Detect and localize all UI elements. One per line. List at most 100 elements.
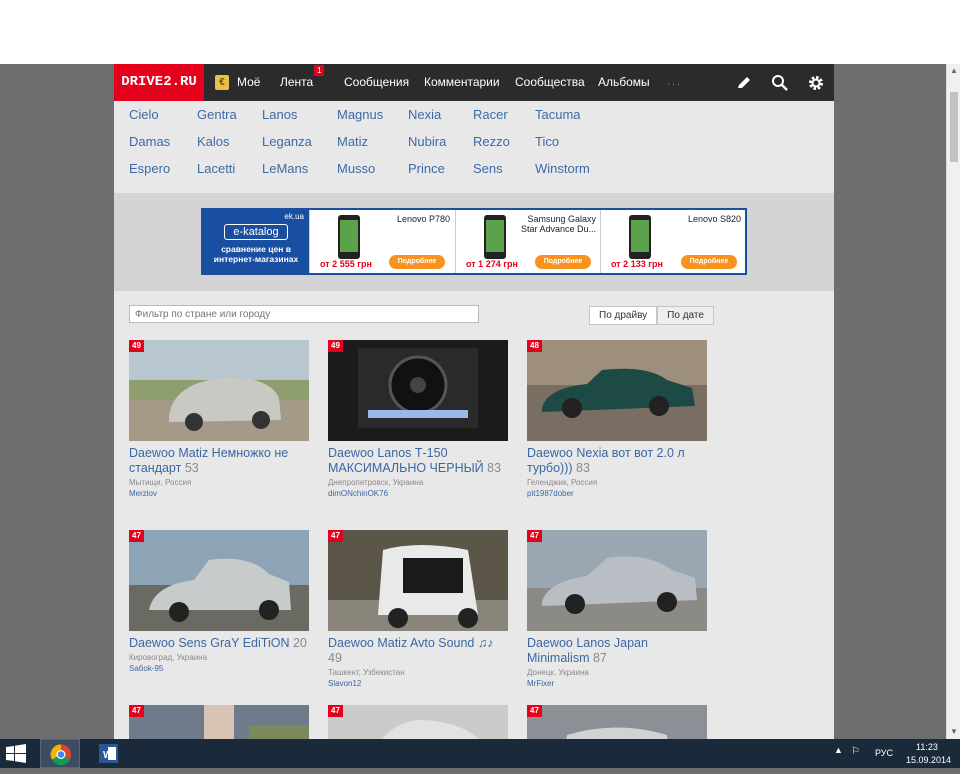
- model-link[interactable]: Prince: [408, 161, 445, 176]
- model-link[interactable]: Winstorm: [535, 161, 590, 176]
- model-link[interactable]: Nubira: [408, 134, 446, 149]
- model-link[interactable]: Gentra: [197, 107, 237, 122]
- tray-expand-icon[interactable]: ▲: [834, 745, 843, 755]
- car-photo[interactable]: 49: [129, 340, 309, 441]
- car-card[interactable]: 47 Daewoo Matiz Avto Sound ♫♪ 49 Ташкент…: [328, 530, 508, 689]
- nav-comments[interactable]: Комментарии: [424, 64, 500, 101]
- car-card[interactable]: 49 Daewoo Matiz Немножко не стандарт 53 …: [129, 340, 309, 499]
- car-photo[interactable]: 48: [527, 340, 707, 441]
- car-card[interactable]: 47 Daewoo Lanos Japan Minimalism 87 Доне…: [527, 530, 707, 689]
- chrome-taskbar-button[interactable]: [40, 739, 80, 768]
- drive-rating-badge: 47: [328, 530, 343, 542]
- car-title[interactable]: Daewoo Sens GraY EdiTiON: [129, 636, 290, 650]
- browser-top-area: [0, 0, 960, 64]
- language-indicator[interactable]: РУС: [875, 748, 893, 758]
- car-photo[interactable]: 47: [328, 530, 508, 631]
- car-title[interactable]: Daewoo Matiz Немножко не стандарт: [129, 446, 288, 475]
- car-card[interactable]: 48 Daewoo Nexia вот вот 2.0 л турбо))) 8…: [527, 340, 707, 499]
- car-card[interactable]: 49 Daewoo Lanos Т-150 МАКСИМАЛЬНО ЧЕРНЫЙ…: [328, 340, 508, 499]
- owner-link[interactable]: Saбok-95: [129, 663, 309, 674]
- car-photo[interactable]: 47: [129, 530, 309, 631]
- clock-time[interactable]: 11:23: [916, 742, 938, 752]
- search-icon[interactable]: [770, 73, 790, 93]
- scroll-up-arrow-icon[interactable]: ▲: [947, 64, 960, 78]
- model-link[interactable]: Leganza: [262, 134, 312, 149]
- chrome-icon: [50, 744, 71, 766]
- drive2-logo[interactable]: DRIVE2.RU: [114, 64, 204, 101]
- menu-icon: [205, 211, 211, 216]
- model-link[interactable]: Lanos: [262, 107, 297, 122]
- nav-moe[interactable]: Моё: [237, 64, 260, 101]
- ad-logo: e-katalog: [224, 224, 288, 240]
- model-link[interactable]: Tico: [535, 134, 559, 149]
- drive-rating-badge: 49: [129, 340, 144, 352]
- car-title[interactable]: Daewoo Lanos Japan Minimalism: [527, 636, 648, 665]
- moe-coin-icon[interactable]: €: [215, 75, 229, 90]
- car-card[interactable]: 47: [328, 705, 508, 739]
- owner-link[interactable]: Slavon12: [328, 678, 508, 689]
- network-icon[interactable]: ⚐: [851, 746, 860, 757]
- drive-rating-badge: 47: [328, 705, 343, 717]
- model-link[interactable]: Lacetti: [197, 161, 235, 176]
- ad-brand-panel[interactable]: ek.ua e-katalog сравнение цен в интернет…: [203, 210, 309, 273]
- word-icon: W: [99, 744, 118, 763]
- car-photo[interactable]: 47: [328, 705, 508, 739]
- model-link[interactable]: Tacuma: [535, 107, 581, 122]
- ekatalog-banner[interactable]: ek.ua e-katalog сравнение цен в интернет…: [201, 208, 747, 275]
- car-photo[interactable]: 47: [527, 530, 707, 631]
- nav-more[interactable]: ...: [667, 64, 682, 101]
- model-link[interactable]: Espero: [129, 161, 170, 176]
- owner-link[interactable]: dimONchinOK76: [328, 488, 508, 499]
- scroll-thumb[interactable]: [950, 92, 958, 162]
- gear-icon[interactable]: [806, 73, 826, 93]
- car-card[interactable]: 47: [527, 705, 707, 739]
- model-link[interactable]: Nexia: [408, 107, 441, 122]
- model-link[interactable]: Racer: [473, 107, 508, 122]
- model-link[interactable]: Rezzo: [473, 134, 510, 149]
- nav-lenta[interactable]: Лента: [280, 64, 313, 101]
- pencil-icon[interactable]: [734, 73, 754, 93]
- clock-date[interactable]: 15.09.2014: [906, 755, 951, 765]
- sort-by-drive-button[interactable]: По драйву: [589, 306, 658, 325]
- model-link[interactable]: LeMans: [262, 161, 308, 176]
- page-scrollbar[interactable]: ▲ ▼: [946, 64, 960, 739]
- comment-count: 20: [292, 636, 307, 650]
- scroll-down-arrow-icon[interactable]: ▼: [947, 725, 960, 739]
- nav-messages[interactable]: Сообщения: [344, 64, 409, 101]
- nav-albums[interactable]: Альбомы: [598, 64, 650, 101]
- word-taskbar-button[interactable]: W: [88, 739, 128, 768]
- car-title[interactable]: Daewoo Lanos Т-150 МАКСИМАЛЬНО ЧЕРНЫЙ: [328, 446, 484, 475]
- model-link[interactable]: Matiz: [337, 134, 368, 149]
- ad-product[interactable]: Samsung Galaxy Star Advance Du... от 1 2…: [455, 210, 599, 273]
- drive-rating-badge: 48: [527, 340, 542, 352]
- product-details-button[interactable]: Подробнее: [681, 255, 737, 269]
- owner-link[interactable]: Merzlov: [129, 488, 309, 499]
- car-card[interactable]: 47: [129, 705, 309, 739]
- model-link[interactable]: Kalos: [197, 134, 230, 149]
- ad-product[interactable]: Lenovo P780 от 2 555 грн Подробнее: [309, 210, 453, 273]
- comment-count: 53: [184, 461, 199, 475]
- owner-link[interactable]: MrFixer: [527, 678, 707, 689]
- svg-text:W: W: [103, 750, 113, 761]
- product-details-button[interactable]: Подробнее: [535, 255, 591, 269]
- car-title[interactable]: Daewoo Nexia вот вот 2.0 л турбо))): [527, 446, 685, 475]
- car-location: Мытищи, Россия: [129, 478, 192, 487]
- car-photo[interactable]: 47: [129, 705, 309, 739]
- model-link[interactable]: Musso: [337, 161, 375, 176]
- model-link[interactable]: Cielo: [129, 107, 159, 122]
- model-link[interactable]: Magnus: [337, 107, 383, 122]
- ad-product[interactable]: Lenovo S820 от 2 133 грн Подробнее: [600, 210, 745, 273]
- car-photo[interactable]: 47: [527, 705, 707, 739]
- car-photo[interactable]: 49: [328, 340, 508, 441]
- sort-by-date-button[interactable]: По дате: [657, 306, 714, 325]
- product-details-button[interactable]: Подробнее: [389, 255, 445, 269]
- drive-rating-badge: 47: [129, 705, 144, 717]
- owner-link[interactable]: pit1987dober: [527, 488, 707, 499]
- nav-communities[interactable]: Сообщества: [515, 64, 585, 101]
- windows-start-icon[interactable]: [6, 744, 26, 763]
- location-filter-input[interactable]: [129, 305, 479, 323]
- car-card[interactable]: 47 Daewoo Sens GraY EdiTiON 20 Кировогра…: [129, 530, 309, 674]
- model-link[interactable]: Damas: [129, 134, 170, 149]
- model-link[interactable]: Sens: [473, 161, 503, 176]
- car-title[interactable]: Daewoo Matiz Avto Sound ♫♪: [328, 636, 494, 650]
